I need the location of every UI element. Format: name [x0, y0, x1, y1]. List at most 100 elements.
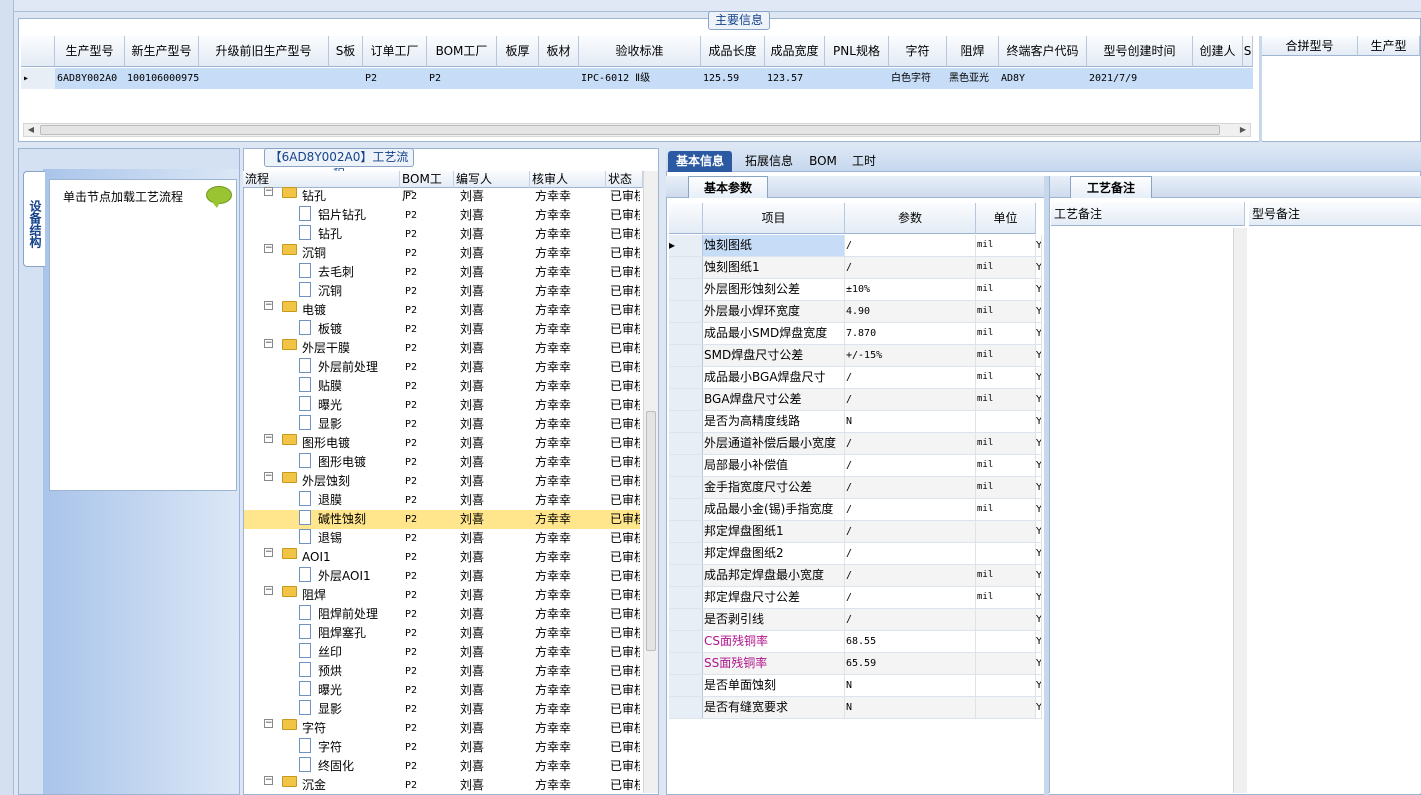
flow-vertical-scrollbar[interactable] — [643, 171, 658, 793]
load-hint-box[interactable]: 单击节点加载工艺流程 — [49, 179, 237, 491]
collapse-icon[interactable]: − — [264, 339, 273, 348]
main-row-cell[interactable]: 123.57 — [765, 68, 825, 89]
main-row-cell[interactable]: AD8Y — [999, 68, 1087, 89]
main-col-header[interactable]: BOM工厂 — [427, 36, 497, 67]
horizontal-scrollbar[interactable]: ◀ ▶ — [23, 123, 1251, 137]
param-row[interactable]: 邦定焊盘图纸2/ Y — [669, 543, 1042, 565]
main-row-cell[interactable] — [825, 68, 889, 89]
flow-tree-row[interactable]: 曝光 P2 刘喜 方幸幸 已审核 — [244, 396, 640, 415]
flow-tree-row[interactable]: 外层AOI1 P2 刘喜 方幸幸 已审核 — [244, 567, 640, 586]
param-row[interactable]: 是否剥引线 / Y — [669, 609, 1042, 631]
main-col-header[interactable]: 订单工厂 — [363, 36, 427, 67]
flow-tree-row[interactable]: 曝光 P2 刘喜 方幸幸 已审核 — [244, 681, 640, 700]
main-col-header[interactable]: 型号创建时间 — [1087, 36, 1193, 67]
param-row[interactable]: 蚀刻图纸1/mil Y — [669, 257, 1042, 279]
flow-tree-row[interactable]: 字符 P2 刘喜 方幸幸 已审核 — [244, 738, 640, 757]
flow-tree-row[interactable]: 退锡 P2 刘喜 方幸幸 已审核 — [244, 529, 640, 548]
flow-tree-row[interactable]: 沉铜 P2 刘喜 方幸幸 已审核 — [244, 282, 640, 301]
param-value[interactable]: N — [845, 697, 976, 718]
main-col-header[interactable]: 成品宽度 — [765, 36, 825, 67]
collapse-icon[interactable]: − — [264, 301, 273, 310]
main-col-header[interactable]: 板材 — [539, 36, 579, 67]
param-value[interactable]: / — [845, 235, 976, 256]
flow-tree-row[interactable]: 退膜 P2 刘喜 方幸幸 已审核 — [244, 491, 640, 510]
main-row-cell[interactable]: P2 — [427, 68, 497, 89]
tab-device-structure[interactable]: 设备结构 — [23, 171, 45, 267]
tab-basic-params[interactable]: 基本参数 — [688, 176, 768, 198]
param-value[interactable]: 7.870 — [845, 323, 976, 344]
tab-work-hours[interactable]: 工时 — [846, 151, 882, 172]
flow-tree-row[interactable]: 阻焊塞孔 P2 刘喜 方幸幸 已审核 — [244, 624, 640, 643]
tab-bom[interactable]: BOM — [806, 151, 840, 172]
param-value[interactable]: ±10% — [845, 279, 976, 300]
param-value[interactable]: / — [845, 587, 976, 608]
param-value[interactable]: N — [845, 411, 976, 432]
params-col-unit[interactable]: 单位 — [976, 203, 1036, 234]
flow-tree-row[interactable]: − AOI1 P2 刘喜 方幸幸 已审核 — [244, 548, 640, 567]
main-col-header[interactable]: PNL规格 — [825, 36, 889, 67]
param-row[interactable]: 是否有缝宽要求 N Y — [669, 697, 1042, 719]
flow-tree-row[interactable]: 预烘 P2 刘喜 方幸幸 已审核 — [244, 662, 640, 681]
flow-col-writer[interactable]: 编写人 — [454, 171, 530, 188]
main-row-cell[interactable]: IPC-6012 Ⅱ级 — [579, 68, 701, 89]
main-col-header[interactable]: 阻焊 — [947, 36, 999, 67]
flow-tree-row[interactable]: − 图形电镀 P2 刘喜 方幸幸 已审核 — [244, 434, 640, 453]
main-col-header[interactable]: 字符 — [889, 36, 947, 67]
param-value[interactable]: / — [845, 609, 976, 630]
tab-basic-info[interactable]: 基本信息 — [668, 151, 732, 172]
param-row[interactable]: 外层通道补偿后最小宽度 / mil Y — [669, 433, 1042, 455]
main-col-header[interactable]: 板厚 — [497, 36, 539, 67]
param-row[interactable]: 是否为高精度线路 N Y — [669, 411, 1042, 433]
param-value[interactable]: / — [845, 433, 976, 454]
flow-tree-row[interactable]: 终固化 P2 刘喜 方幸幸 已审核 — [244, 757, 640, 776]
main-col-header[interactable]: 新生产型号 — [125, 36, 199, 67]
params-col-value[interactable]: 参数 — [845, 203, 976, 234]
flow-tree-row[interactable]: − 沉铜 P2 刘喜 方幸幸 已审核 — [244, 244, 640, 263]
scroll-right-icon[interactable]: ▶ — [1236, 124, 1250, 136]
param-row[interactable]: 外层最小焊环宽度 4.90 mil Y — [669, 301, 1042, 323]
flow-tree-row[interactable]: 钻孔 P2 刘喜 方幸幸 已审核 — [244, 225, 640, 244]
main-row-cell[interactable] — [497, 68, 539, 89]
main-row-cell[interactable] — [539, 68, 579, 89]
param-row[interactable]: 是否单面蚀刻 N Y — [669, 675, 1042, 697]
main-col-header[interactable]: 验收标准 — [579, 36, 701, 67]
param-value[interactable]: / — [845, 543, 976, 564]
main-row-cell[interactable] — [199, 68, 329, 89]
flow-col-status[interactable]: 状态 — [606, 171, 643, 188]
param-row[interactable]: 局部最小补偿值 / mil Y — [669, 455, 1042, 477]
tab-process-remark[interactable]: 工艺备注 — [1070, 176, 1152, 198]
collapse-icon[interactable]: − — [264, 187, 273, 196]
main-col-header[interactable]: S板 — [329, 36, 363, 67]
param-row[interactable]: 邦定焊盘图纸1/ Y — [669, 521, 1042, 543]
flow-tree-row[interactable]: − 字符 P2 刘喜 方幸幸 已审核 — [244, 719, 640, 738]
main-row-cell[interactable] — [1243, 68, 1253, 89]
flow-tree-row[interactable]: − 沉金 P2 刘喜 方幸幸 已审核 — [244, 776, 640, 795]
flow-tree-row[interactable]: − 外层蚀刻 P2 刘喜 方幸幸 已审核 — [244, 472, 640, 491]
flow-tree-row[interactable]: 显影 P2 刘喜 方幸幸 已审核 — [244, 700, 640, 719]
param-value[interactable]: +/-15% — [845, 345, 976, 366]
collapse-icon[interactable]: − — [264, 244, 273, 253]
main-col-header[interactable]: 生产型号 — [55, 36, 125, 67]
main-row-cell[interactable]: 10010600097555 — [125, 68, 199, 89]
flow-tree-row[interactable]: − 电镀 P2 刘喜 方幸幸 已审核 — [244, 301, 640, 320]
scrollbar-thumb[interactable] — [646, 411, 656, 651]
collapse-icon[interactable]: − — [264, 472, 273, 481]
tab-extended-info[interactable]: 拓展信息 — [738, 151, 800, 172]
flow-tree-row[interactable]: 贴膜 P2 刘喜 方幸幸 已审核 — [244, 377, 640, 396]
main-row-cell[interactable]: P2 — [363, 68, 427, 89]
main-col-header[interactable]: S — [1243, 36, 1253, 67]
flow-tree-row[interactable]: 铝片钻孔 P2 刘喜 方幸幸 已审核 — [244, 206, 640, 225]
collapse-icon[interactable]: − — [264, 434, 273, 443]
merge-col-header[interactable]: 生产型 — [1358, 36, 1420, 56]
flow-tree-row[interactable]: 碱性蚀刻 P2 刘喜 方幸幸 已审核 — [244, 510, 640, 529]
param-row[interactable]: 成品最小金(锡)手指宽度 / mil Y — [669, 499, 1042, 521]
collapse-icon[interactable]: − — [264, 719, 273, 728]
main-row-cell[interactable]: 白色字符 — [889, 68, 947, 89]
param-value[interactable]: / — [845, 477, 976, 498]
param-row[interactable]: 金手指宽度尺寸公差 / mil Y — [669, 477, 1042, 499]
params-col-item[interactable]: 项目 — [703, 203, 845, 234]
flow-tree-row[interactable]: 去毛刺 P2 刘喜 方幸幸 已审核 — [244, 263, 640, 282]
param-row[interactable]: SMD焊盘尺寸公差 +/-15% mil Y — [669, 345, 1042, 367]
flow-tree-row[interactable]: − 钻孔 P2 刘喜 方幸幸 已审核 — [244, 187, 640, 206]
param-row[interactable]: ▸ 蚀刻图纸 / mil Y — [669, 235, 1042, 257]
